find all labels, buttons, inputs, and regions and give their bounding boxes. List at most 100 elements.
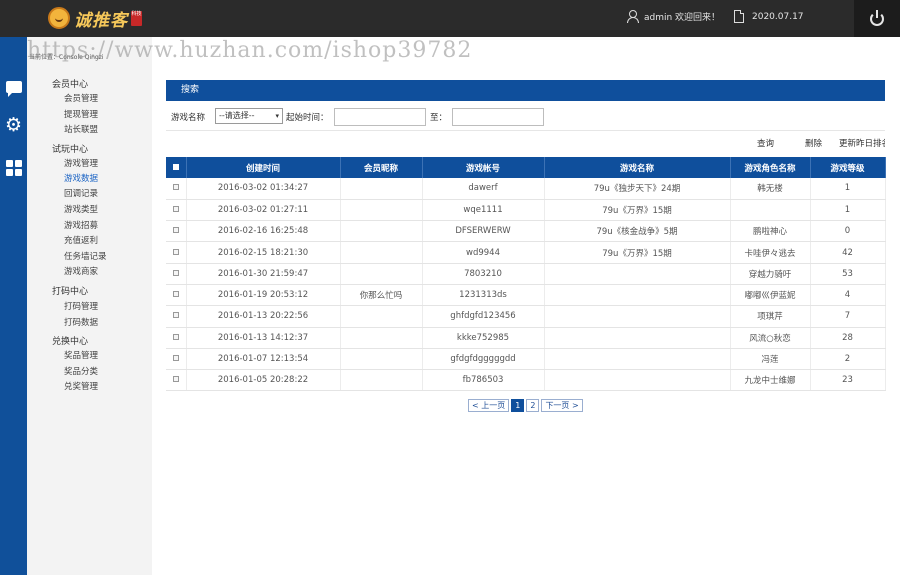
power-icon (870, 9, 884, 26)
cell-game-level: 42 (810, 241, 886, 264)
cell-created-time: 2016-01-13 20:22:56 (186, 305, 341, 328)
table-row[interactable]: 2016-02-16 16:25:48 DFSERWERW 79u《核金战争》5期鹏… (166, 220, 886, 243)
update-ranking-button[interactable]: 更新昨日排名 (839, 137, 885, 149)
cell-role-name: 卡哇伊々逃去 (730, 241, 811, 264)
page-2-button[interactable]: 2 (526, 399, 540, 412)
sidebar-item-withdraw-manage[interactable]: 提现管理 (64, 108, 98, 120)
cell-game-account: ghfdgfd123456 (422, 305, 545, 328)
col-game-level[interactable]: 游戏等级 (810, 157, 886, 178)
sidebar-item-game-data[interactable]: 游戏数据 (64, 172, 98, 184)
sidebar-item-game-recruit[interactable]: 游戏招募 (64, 219, 98, 231)
module-settings-button[interactable]: ⚙ (2, 114, 25, 137)
game-name-label: 游戏名称 (171, 113, 206, 123)
module-chat-button[interactable] (2, 75, 25, 98)
game-name-select[interactable]: --请选择-- (215, 108, 283, 124)
cell-created-time: 2016-01-13 14:12:37 (186, 327, 341, 349)
cell-game-level: 2 (810, 348, 886, 371)
row-checkbox[interactable] (166, 220, 187, 243)
next-page-button[interactable]: 下一页 > (541, 399, 583, 412)
table-row[interactable]: 2016-01-13 20:22:56 ghfdgfd123456 项琪芹 7 (166, 305, 886, 328)
table-row[interactable]: 2016-01-13 14:12:37 kkke752985 风流○秋恋 28 (166, 327, 886, 349)
table-row[interactable]: 2016-01-05 20:28:22 fb786503 九龙中士维娜 23 (166, 369, 886, 392)
end-time-label: 至： (430, 113, 448, 123)
brand-logo[interactable]: 诚推客 科技 (48, 5, 142, 31)
sidebar-item-game-manage[interactable]: 游戏管理 (64, 157, 98, 169)
cell-game-name (544, 369, 731, 392)
sidebar-group-captcha[interactable]: 打码中心 (52, 284, 88, 297)
cell-game-account: dawerf (422, 178, 545, 200)
cell-member-nickname (340, 348, 423, 371)
sidebar-item-webmaster-alliance[interactable]: 站长联盟 (64, 123, 98, 135)
cell-game-name: 79u《独步天下》24期 (544, 178, 731, 200)
cell-game-level: 23 (810, 369, 886, 392)
prev-page-button[interactable]: < 上一页 (468, 399, 510, 412)
cell-member-nickname (340, 241, 423, 264)
sidebar-item-member-manage[interactable]: 会员管理 (64, 92, 98, 104)
sidebar-group-exchange[interactable]: 兑换中心 (52, 334, 88, 347)
cell-game-level: 1 (810, 178, 886, 200)
sidebar-item-recharge-rebate[interactable]: 充值返利 (64, 234, 98, 246)
row-checkbox[interactable] (166, 369, 187, 392)
cell-role-name: 穿越力骑吁 (730, 263, 811, 285)
cell-created-time: 2016-03-02 01:34:27 (186, 178, 341, 200)
end-time-input[interactable] (452, 108, 544, 126)
cell-game-account: gfdgfdgggggdd (422, 348, 545, 371)
table-row[interactable]: 2016-01-07 12:13:54 gfdgfdgggggdd 冯莲 2 (166, 348, 886, 371)
cell-game-name: 79u《核金战争》5期 (544, 220, 731, 243)
sidebar-item-prize-category[interactable]: 奖品分类 (64, 365, 98, 377)
row-checkbox[interactable] (166, 241, 187, 264)
sidebar-item-game-merchant[interactable]: 游戏商家 (64, 265, 98, 277)
cell-member-nickname (340, 263, 423, 285)
cell-game-level: 4 (810, 284, 886, 307)
gear-icon: ⚙ (4, 114, 23, 136)
start-time-input[interactable] (334, 108, 426, 126)
delete-button[interactable]: 删除 (805, 137, 822, 149)
row-checkbox[interactable] (166, 305, 187, 328)
sidebar-item-captcha-data[interactable]: 打码数据 (64, 316, 98, 328)
user-greeting[interactable]: admin 欢迎回来！ (626, 10, 720, 23)
cell-member-nickname (340, 178, 423, 200)
cell-member-nickname: 你那么忙吗 (340, 284, 423, 307)
row-checkbox[interactable] (166, 178, 187, 200)
query-button[interactable]: 查询 (757, 137, 774, 149)
cell-game-account: fb786503 (422, 369, 545, 392)
col-role-name[interactable]: 游戏角色名称 (730, 157, 811, 178)
col-game-account[interactable]: 游戏帐号 (422, 157, 545, 178)
row-checkbox[interactable] (166, 327, 187, 349)
table-header-row: 创建时间 会员昵称 游戏帐号 游戏名称 游戏角色名称 游戏等级 (166, 157, 886, 178)
cell-created-time: 2016-01-05 20:28:22 (186, 369, 341, 392)
logout-button[interactable] (854, 0, 900, 37)
cell-game-name (544, 305, 731, 328)
row-checkbox[interactable] (166, 199, 187, 222)
table-row[interactable]: 2016-02-15 18:21:30 wd9944 79u《万界》15期 卡哇伊々逃… (166, 241, 886, 264)
sidebar-item-game-type[interactable]: 游戏类型 (64, 203, 98, 215)
col-member-nickname[interactable]: 会员昵称 (340, 157, 423, 178)
cell-game-account: 7803210 (422, 263, 545, 285)
cell-game-level: 7 (810, 305, 886, 328)
table-row[interactable]: 2016-01-30 21:59:47 7803210 穿越力骑吁 53 (166, 263, 886, 285)
cell-role-name: 项琪芹 (730, 305, 811, 328)
module-apps-button[interactable] (2, 156, 25, 179)
table-row[interactable]: 2016-01-19 20:53:12 你那么忙吗 1231313ds 嘟嘟巛伊蓝妮 4 (166, 284, 886, 307)
col-game-name[interactable]: 游戏名称 (544, 157, 731, 178)
col-created-time[interactable]: 创建时间 (186, 157, 341, 178)
pagination: < 上一页 1 2 下一页 > (468, 399, 583, 412)
page-1-button[interactable]: 1 (511, 399, 525, 412)
sidebar-group-trial[interactable]: 试玩中心 (52, 142, 88, 155)
cell-created-time: 2016-02-15 18:21:30 (186, 241, 341, 264)
sidebar-item-task-wall-log[interactable]: 任务墙记录 (64, 250, 107, 262)
sidebar-group-member[interactable]: 会员中心 (52, 77, 88, 90)
row-checkbox[interactable] (166, 284, 187, 307)
select-all-checkbox[interactable] (166, 157, 187, 178)
sidebar-item-callback-log[interactable]: 回调记录 (64, 187, 98, 199)
table-row[interactable]: 2016-03-02 01:34:27 dawerf 79u《独步天下》24期 韩无楼… (166, 178, 886, 200)
document-icon (734, 10, 744, 23)
sidebar-item-prize-manage[interactable]: 奖品管理 (64, 349, 98, 361)
cell-member-nickname (340, 327, 423, 349)
table-row[interactable]: 2016-03-02 01:27:11 wqe1111 79u《万界》15期 1 (166, 199, 886, 222)
row-checkbox[interactable] (166, 263, 187, 285)
sidebar-item-redeem-manage[interactable]: 兑奖管理 (64, 380, 98, 392)
sidebar-item-captcha-manage[interactable]: 打码管理 (64, 300, 98, 312)
row-checkbox[interactable] (166, 348, 187, 371)
cell-game-name (544, 284, 731, 307)
